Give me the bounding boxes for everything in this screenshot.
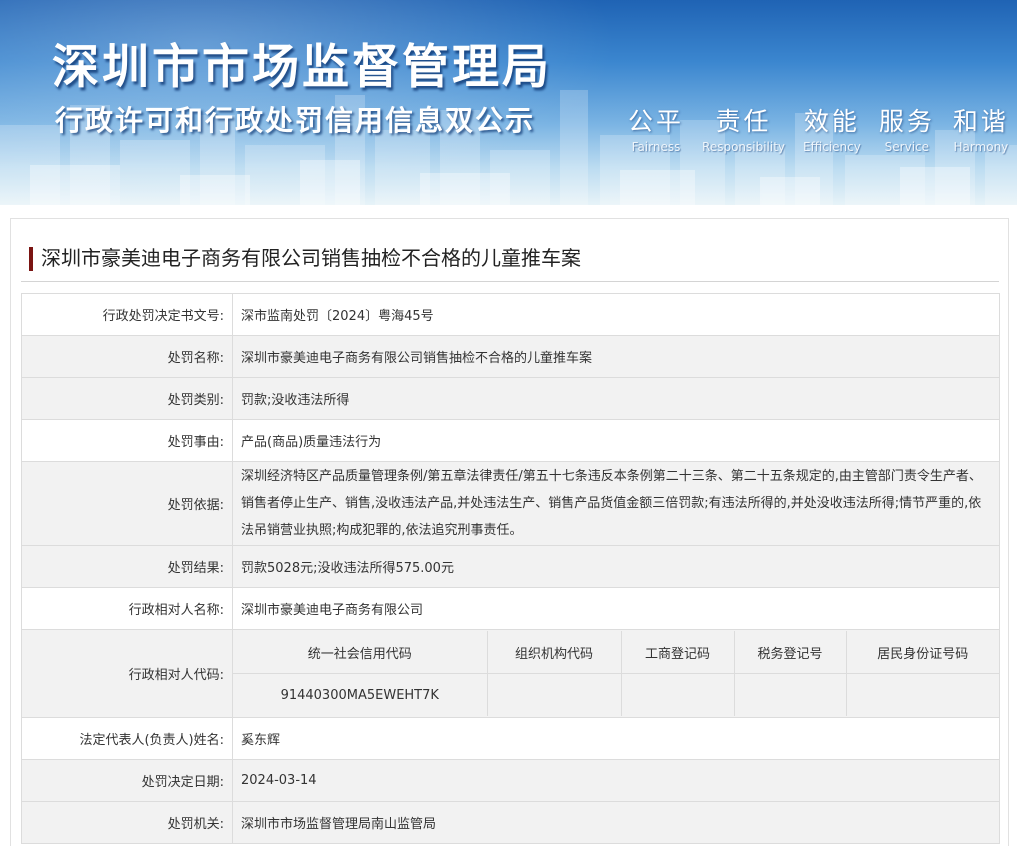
code-header-row: 统一社会信用代码 组织机构代码 工商登记码 税务登记号 居民身份证号码	[233, 631, 999, 674]
table-row: 行政处罚决定书文号: 深市监南处罚〔2024〕粤海45号	[21, 293, 1000, 336]
slogan-en: Responsibility	[702, 140, 786, 154]
table-row: 处罚机关: 深圳市市场监督管理局南山监管局	[21, 801, 1000, 844]
tax-reg-value	[733, 673, 847, 716]
penalty-reason-value: 产品(商品)质量违法行为	[232, 419, 1000, 462]
penalty-basis-value: 深圳经济特区产品质量管理条例/第五章法律责任/第五十七条违反本条例第二十三条、第…	[232, 461, 1000, 546]
table-row: 处罚事由: 产品(商品)质量违法行为	[21, 419, 1000, 462]
heading-accent-bar	[29, 247, 33, 271]
penalty-name-value: 深圳市豪美迪电子商务有限公司销售抽检不合格的儿童推车案	[232, 335, 1000, 378]
party-name-value: 深圳市豪美迪电子商务有限公司	[232, 587, 1000, 630]
row-label: 处罚结果:	[21, 545, 233, 588]
slogan-harmony: 和谐 Harmony	[953, 102, 1009, 154]
legal-rep-value: 奚东辉	[232, 717, 1000, 760]
code-header: 税务登记号	[733, 631, 847, 674]
slogan-group: 公平 Fairness 责任 Responsibility 效能 Efficie…	[628, 102, 1008, 154]
table-row: 行政相对人代码: 统一社会信用代码 组织机构代码 工商登记码 税务登记号 居民身…	[21, 629, 1000, 718]
penalty-category-value: 罚款;没收违法所得	[232, 377, 1000, 420]
row-label: 处罚类别:	[21, 377, 233, 420]
slogan-cn: 和谐	[952, 107, 1009, 136]
site-subtitle: 行政许可和行政处罚信用信息双公示	[55, 104, 536, 137]
table-row: 处罚决定日期: 2024-03-14	[21, 759, 1000, 802]
header-banner: 深圳市市场监督管理局 行政许可和行政处罚信用信息双公示 公平 Fairness …	[0, 0, 1017, 205]
slogan-en: Service	[884, 140, 930, 154]
slogan-efficiency: 效能 Efficiency	[803, 102, 861, 154]
case-heading: 深圳市豪美迪电子商务有限公司销售抽检不合格的儿童推车案	[21, 243, 999, 282]
party-code-table: 统一社会信用代码 组织机构代码 工商登记码 税务登记号 居民身份证号码 9144…	[233, 631, 999, 716]
slogan-en: Fairness	[631, 140, 681, 154]
code-value-row: 91440300MA5EWEHT7K	[233, 673, 999, 716]
code-header: 工商登记码	[620, 631, 735, 674]
slogan-cn: 责任	[715, 107, 772, 136]
table-row: 处罚名称: 深圳市豪美迪电子商务有限公司销售抽检不合格的儿童推车案	[21, 335, 1000, 378]
business-reg-value	[620, 673, 735, 716]
row-label: 行政相对人代码:	[21, 629, 233, 718]
row-label: 处罚事由:	[21, 419, 233, 462]
authority-value: 深圳市市场监督管理局南山监管局	[232, 801, 1000, 844]
table-row: 法定代表人(负责人)姓名: 奚东辉	[21, 717, 1000, 760]
case-title: 深圳市豪美迪电子商务有限公司销售抽检不合格的儿童推车案	[41, 246, 581, 270]
row-label: 法定代表人(负责人)姓名:	[21, 717, 233, 760]
row-label: 处罚名称:	[21, 335, 233, 378]
site-title: 深圳市市场监督管理局	[52, 40, 552, 95]
penalty-info-table: 行政处罚决定书文号: 深市监南处罚〔2024〕粤海45号 处罚名称: 深圳市豪美…	[21, 293, 1000, 844]
org-code-value	[486, 673, 622, 716]
row-label: 处罚决定日期:	[21, 759, 233, 802]
slogan-cn: 效能	[803, 107, 860, 136]
row-label: 行政处罚决定书文号:	[21, 293, 233, 336]
code-header: 居民身份证号码	[845, 631, 999, 674]
table-row: 行政相对人名称: 深圳市豪美迪电子商务有限公司	[21, 587, 1000, 630]
credit-code-value: 91440300MA5EWEHT7K	[233, 673, 488, 716]
row-label: 行政相对人名称:	[21, 587, 233, 630]
slogan-fairness: 公平 Fairness	[628, 102, 684, 154]
table-row: 处罚类别: 罚款;没收违法所得	[21, 377, 1000, 420]
row-label: 处罚机关:	[21, 801, 233, 844]
slogan-service: 服务 Service	[879, 102, 935, 154]
case-detail-panel: 深圳市豪美迪电子商务有限公司销售抽检不合格的儿童推车案 行政处罚决定书文号: 深…	[10, 218, 1009, 846]
penalty-result-value: 罚款5028元;没收违法所得575.00元	[232, 545, 1000, 588]
table-row: 处罚结果: 罚款5028元;没收违法所得575.00元	[21, 545, 1000, 588]
code-header: 统一社会信用代码	[233, 631, 488, 674]
slogan-cn: 服务	[878, 107, 935, 136]
slogan-cn: 公平	[628, 107, 685, 136]
code-header: 组织机构代码	[486, 631, 622, 674]
slogan-responsibility: 责任 Responsibility	[702, 102, 785, 154]
id-card-value	[845, 673, 999, 716]
decision-date-value: 2024-03-14	[232, 759, 1000, 802]
row-label: 处罚依据:	[21, 461, 233, 546]
slogan-en: Harmony	[953, 140, 1009, 154]
slogan-en: Efficiency	[803, 140, 861, 154]
party-code-cell: 统一社会信用代码 组织机构代码 工商登记码 税务登记号 居民身份证号码 9144…	[232, 629, 1000, 718]
table-row: 处罚依据: 深圳经济特区产品质量管理条例/第五章法律责任/第五十七条违反本条例第…	[21, 461, 1000, 546]
decision-number-value: 深市监南处罚〔2024〕粤海45号	[232, 293, 1000, 336]
